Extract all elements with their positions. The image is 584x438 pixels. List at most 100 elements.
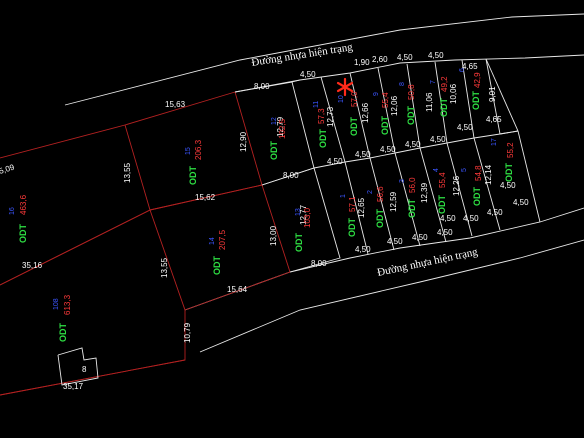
svg-text:ODT: ODT — [375, 209, 385, 229]
dim-35-16: 35,16 — [22, 261, 43, 270]
svg-text:ODT: ODT — [18, 224, 28, 244]
svg-text:4: 4 — [433, 168, 440, 172]
svg-text:8: 8 — [399, 82, 406, 86]
dim-12-59: 12,59 — [389, 191, 398, 212]
parcel-3-label: ODT 3 56,0 — [399, 177, 417, 218]
dim-13-55-bottom: 13,55 — [160, 257, 169, 278]
svg-text:6: 6 — [459, 68, 466, 72]
svg-text:55,4: 55,4 — [381, 92, 390, 108]
svg-text:17: 17 — [491, 138, 498, 146]
dim-1-90: 1,90 — [354, 58, 370, 67]
parcel-14-label: ODT 14 207,5 — [209, 229, 227, 275]
svg-text:2: 2 — [367, 190, 374, 194]
svg-text:ODT: ODT — [269, 141, 279, 161]
svg-text:463,6: 463,6 — [19, 194, 28, 215]
parcel-2-label: ODT 2 56,6 — [367, 186, 385, 228]
dim-bot-4-50-b: 4,50 — [387, 237, 403, 246]
parcel-16-label: ODT 16 463,6 — [9, 194, 28, 243]
parcel-6-label: ODT 6 42,9 — [459, 68, 482, 110]
svg-text:14: 14 — [209, 237, 216, 245]
svg-text:206,3: 206,3 — [194, 139, 203, 160]
dim-top-4-50-a: 4,50 — [300, 70, 316, 79]
svg-text:57,1: 57,1 — [348, 196, 357, 212]
dim-bot-4-50-d: 4,50 — [437, 228, 453, 237]
svg-text:ODT: ODT — [472, 187, 482, 207]
dim-mid-4-50-e: 4,50 — [430, 135, 446, 144]
dim-12-14: 12,14 — [484, 164, 493, 185]
svg-text:49,2: 49,2 — [440, 76, 449, 92]
dim-10-06: 10,06 — [449, 83, 458, 104]
dim-9-01: 9,01 — [488, 86, 497, 102]
svg-text:57,3: 57,3 — [317, 108, 326, 124]
dim-4-65-b: 4,65 — [486, 115, 502, 124]
svg-text:16: 16 — [9, 207, 16, 215]
dim-bot-4-50-h: 4,50 — [440, 214, 456, 223]
svg-text:13: 13 — [295, 208, 302, 216]
svg-text:ODT: ODT — [58, 323, 68, 343]
dim-8-00-top: 8,00 — [254, 82, 270, 91]
dim-15-64: 15,64 — [227, 285, 248, 294]
parcel-108-south-edge — [0, 359, 186, 396]
east-boundary-bottom — [517, 130, 541, 223]
dim-13-00: 13,00 — [269, 225, 278, 246]
dim-top-4-50-c: 4,50 — [428, 51, 444, 60]
lot-8-east-line — [406, 63, 421, 149]
svg-text:ODT: ODT — [406, 106, 416, 126]
svg-text:56,6: 56,6 — [376, 186, 385, 202]
dim-12-06: 12,06 — [390, 95, 399, 116]
svg-text:56,0: 56,0 — [408, 177, 417, 193]
svg-text:55,4: 55,4 — [438, 172, 447, 188]
svg-text:ODT: ODT — [347, 218, 357, 238]
parcel-13-label: ODT 13 103,0 — [294, 207, 312, 252]
svg-text:5: 5 — [461, 168, 468, 172]
svg-text:12: 12 — [271, 117, 278, 125]
house-label: 8 — [82, 365, 87, 374]
svg-text:207,5: 207,5 — [218, 229, 227, 250]
svg-text:3: 3 — [399, 179, 406, 183]
svg-text:102,5: 102,5 — [278, 118, 287, 139]
dim-12-39: 12,39 — [420, 182, 429, 203]
svg-text:10: 10 — [338, 95, 345, 103]
dim-12-90: 12,90 — [239, 131, 248, 152]
dim-12-66: 12,66 — [361, 102, 370, 123]
dim-11-06: 11,06 — [425, 92, 434, 112]
dim-mid-4-50-d: 4,50 — [405, 140, 421, 149]
svg-text:ODT: ODT — [407, 199, 417, 219]
svg-text:ODT: ODT — [439, 98, 449, 118]
top-road-edge — [64, 13, 584, 106]
dim-15-63: 15,63 — [165, 100, 186, 109]
svg-text:ODT: ODT — [437, 195, 447, 215]
dim-bot-4-50-g: 4,50 — [513, 198, 529, 207]
dim-13-55-top: 13,55 — [123, 162, 132, 183]
dim-15-62: 15,62 — [195, 193, 216, 202]
svg-text:7: 7 — [430, 80, 437, 84]
house-outline — [57, 347, 99, 386]
top-road-label: Đường nhựa hiện trạng — [251, 41, 354, 69]
svg-text:ODT: ODT — [349, 117, 359, 137]
parcel-108-label: ODT 108 613,3 — [53, 294, 72, 342]
svg-text:57,0: 57,0 — [350, 91, 359, 107]
dim-12-65: 12,65 — [357, 197, 366, 218]
parcel-1-label: ODT 1 57,1 — [340, 194, 357, 237]
svg-text:ODT: ODT — [212, 256, 222, 276]
parcel-4-label: ODT 4 55,4 — [433, 168, 447, 214]
mid-end — [499, 130, 519, 135]
bottom-road-outer-edge — [199, 239, 584, 353]
svg-text:ODT: ODT — [294, 233, 304, 253]
middle-divider-line — [313, 130, 519, 169]
dim-bot-4-50-f: 4,50 — [487, 208, 503, 217]
parcel-5-label: ODT 5 54,8 — [461, 165, 483, 206]
svg-text:ODT: ODT — [471, 91, 481, 111]
dim-mid-4-50-f: 4,50 — [457, 123, 473, 132]
svg-text:9: 9 — [373, 92, 380, 96]
dim-8-00-bottom: 8,00 — [311, 259, 327, 268]
svg-text:54,8: 54,8 — [474, 165, 483, 181]
dim-mid-4-50-b: 4,50 — [355, 150, 371, 159]
parcel-10-label: ODT 10 57,0 — [338, 91, 359, 136]
svg-text:42,9: 42,9 — [473, 72, 482, 88]
dim-5-09: 5,09 — [0, 162, 16, 176]
dim-top-4-50-b: 4,50 — [397, 53, 413, 62]
svg-text:613,3: 613,3 — [63, 294, 72, 315]
dim-bot-4-50-c: 4,50 — [412, 233, 428, 242]
dim-bot-4-50-a: 4,50 — [355, 245, 371, 254]
